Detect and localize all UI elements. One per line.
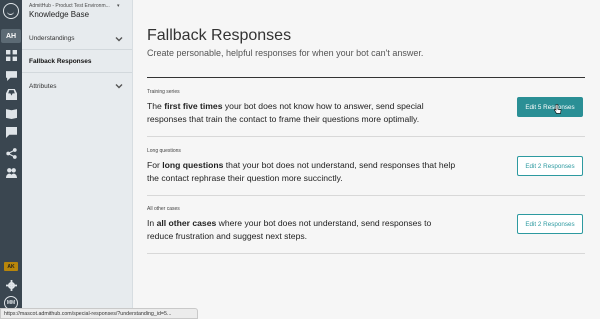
nav-item-label: Attributes xyxy=(29,82,57,90)
users-icon[interactable] xyxy=(4,165,18,179)
chat-icon[interactable] xyxy=(4,68,18,82)
edit-responses-button[interactable]: Edit 2 Responses xyxy=(517,214,583,234)
dashboard-icon[interactable] xyxy=(4,48,18,62)
book-icon[interactable] xyxy=(4,106,18,120)
chevron-down-icon[interactable] xyxy=(115,35,123,43)
header-divider xyxy=(147,77,585,78)
nav-item-label: Understandings xyxy=(29,35,75,42)
share-icon[interactable] xyxy=(4,146,18,160)
settings-icon[interactable] xyxy=(4,278,18,292)
nav-item-label: Fallback Responses xyxy=(29,58,92,65)
card-description: For long questions that your bot does no… xyxy=(147,160,456,183)
user-avatar[interactable]: AH xyxy=(1,29,21,43)
mascot-logo-icon[interactable] xyxy=(3,3,19,19)
pointer-cursor-icon xyxy=(554,104,562,114)
nav-item-attributes[interactable]: Attributes xyxy=(22,75,132,97)
card-tag: Long questions xyxy=(147,148,181,154)
link-status-bar: https://mascot.admithub.com/special-resp… xyxy=(0,308,198,319)
card-description: The first five times your bot does not k… xyxy=(147,101,424,124)
edit-responses-button[interactable]: Edit 5 Responses xyxy=(517,97,583,117)
org-badge[interactable]: AK xyxy=(4,262,18,271)
chevron-down-icon[interactable] xyxy=(115,82,123,90)
icon-rail: AH AK MM xyxy=(0,0,22,319)
nav-section-title: Knowledge Base xyxy=(29,10,90,19)
fallback-card-training-series: Training series The first five times you… xyxy=(147,79,585,137)
card-tag: All other cases xyxy=(147,206,180,212)
knowledge-base-nav: AdmitHub - Product Test Environm... ▾ Kn… xyxy=(22,0,133,319)
card-description: In all other cases where your bot does n… xyxy=(147,218,432,241)
fallback-card-long-questions: Long questions For long questions that y… xyxy=(147,138,585,196)
page-title: Fallback Responses xyxy=(147,27,292,44)
comment-icon[interactable] xyxy=(4,125,18,139)
main-content: Fallback Responses Create personable, he… xyxy=(133,0,600,319)
nav-item-understandings[interactable]: Understandings xyxy=(22,28,132,50)
inbox-icon[interactable] xyxy=(4,87,18,101)
environment-switcher[interactable]: AdmitHub - Product Test Environm... xyxy=(29,3,110,9)
page-subtitle: Create personable, helpful responses for… xyxy=(147,48,424,58)
environment-caret-icon[interactable]: ▾ xyxy=(117,3,120,9)
card-tag: Training series xyxy=(147,89,180,95)
nav-item-fallback-responses[interactable]: Fallback Responses xyxy=(22,51,132,73)
fallback-card-all-other-cases: All other cases In all other cases where… xyxy=(147,196,585,254)
edit-responses-button[interactable]: Edit 2 Responses xyxy=(517,156,583,176)
